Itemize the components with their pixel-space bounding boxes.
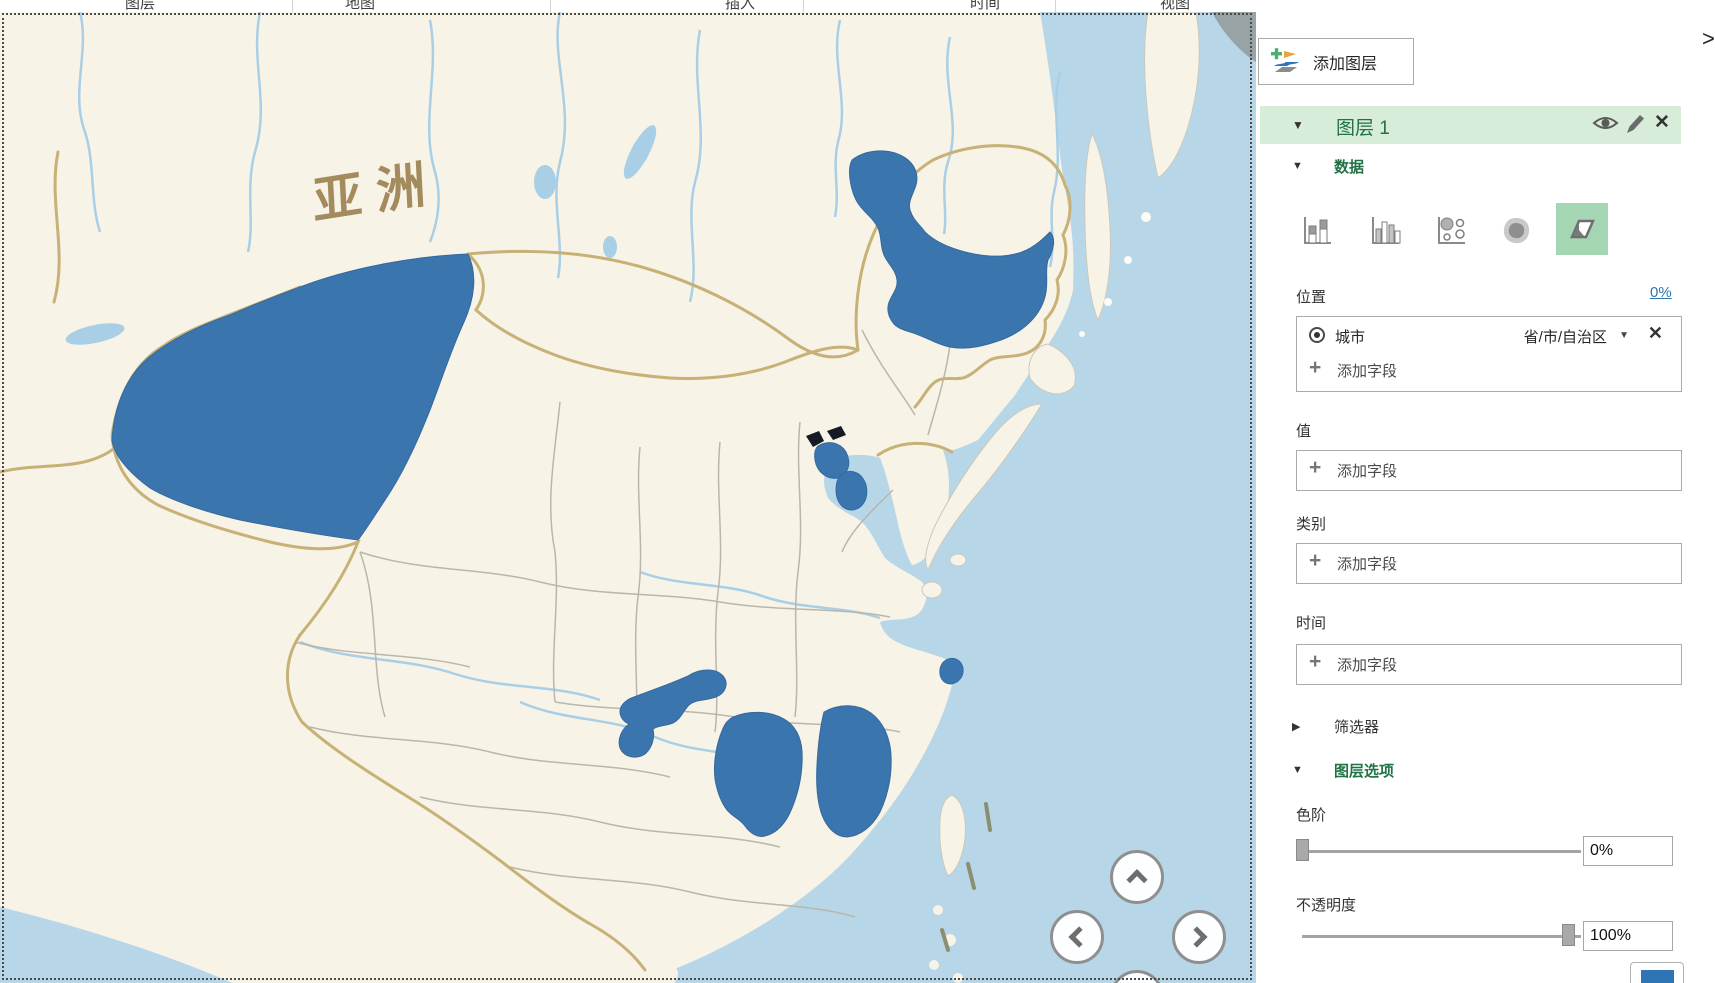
opacity-slider: 100% bbox=[1256, 921, 1686, 951]
opacity-label: 不透明度 bbox=[1296, 897, 1357, 914]
slider-track[interactable] bbox=[1302, 850, 1581, 853]
ribbon-tab-layer[interactable]: 图层 bbox=[125, 0, 155, 11]
plus-icon: + bbox=[1309, 356, 1322, 379]
3d-maps-window: 图层 地图 插入 时间 视图 亚洲 > 添加图层 ▼ 图层 1 ✕ ▼ 数据 位… bbox=[0, 0, 1715, 983]
location-label: 位置 bbox=[1296, 289, 1327, 306]
slider-thumb[interactable] bbox=[1296, 839, 1309, 861]
collapse-data-icon[interactable]: ▼ bbox=[1292, 160, 1303, 172]
data-section-label: 数据 bbox=[1334, 159, 1365, 176]
add-layer-icon bbox=[1271, 47, 1299, 72]
viz-heatmap-icon[interactable] bbox=[1499, 214, 1533, 248]
remove-field-x-icon[interactable]: ✕ bbox=[1648, 323, 1663, 344]
opacity-value[interactable]: 100% bbox=[1583, 921, 1673, 951]
location-add-field-row[interactable]: + 添加字段 bbox=[1297, 354, 1681, 390]
category-label: 类别 bbox=[1296, 516, 1327, 533]
layer-color-picker-button[interactable] bbox=[1630, 962, 1684, 983]
location-fieldbox: 城市 省/市/自治区 ▼ ✕ + 添加字段 bbox=[1296, 316, 1682, 392]
ribbon-tab-view[interactable]: 视图 bbox=[1160, 0, 1190, 11]
location-geo-type[interactable]: 省/市/自治区 bbox=[1524, 326, 1607, 347]
slider-thumb[interactable] bbox=[1562, 924, 1575, 946]
viz-region-icon-selected[interactable] bbox=[1556, 203, 1608, 255]
viz-bubble-icon[interactable] bbox=[1434, 214, 1468, 248]
ribbon-tab-insert[interactable]: 插入 bbox=[725, 0, 755, 11]
layer-options-label: 图层选项 bbox=[1334, 763, 1395, 780]
time-fieldbox[interactable]: + 添加字段 bbox=[1296, 644, 1682, 685]
slider-track[interactable] bbox=[1302, 935, 1581, 938]
ribbon-divider bbox=[803, 0, 804, 12]
viz-type-row bbox=[1256, 200, 1686, 258]
viz-stacked-column-icon[interactable] bbox=[1300, 214, 1334, 248]
ribbon-divider bbox=[292, 0, 293, 12]
asia-map bbox=[0, 12, 1256, 983]
value-label: 值 bbox=[1296, 423, 1312, 440]
add-field-label[interactable]: 添加字段 bbox=[1337, 654, 1397, 675]
viz-clustered-column-icon[interactable] bbox=[1368, 214, 1402, 248]
map-pan-right-button[interactable] bbox=[1172, 910, 1226, 964]
add-field-label[interactable]: 添加字段 bbox=[1337, 553, 1397, 574]
ribbon-divider bbox=[550, 0, 551, 12]
filters-section-header[interactable]: ▶ 筛选器 bbox=[1256, 716, 1686, 738]
geo-type-dropdown-icon[interactable]: ▼ bbox=[1619, 330, 1629, 341]
map-canvas[interactable]: 亚洲 bbox=[0, 12, 1256, 983]
map-pan-left-button[interactable] bbox=[1050, 910, 1104, 964]
layer-visibility-eye-icon[interactable] bbox=[1592, 113, 1619, 133]
location-field-name: 城市 bbox=[1335, 329, 1366, 346]
collapse-layer-options-icon[interactable]: ▼ bbox=[1292, 764, 1303, 776]
province-shanghai bbox=[939, 657, 964, 685]
ribbon-tab-map[interactable]: 地图 bbox=[345, 0, 375, 11]
add-layer-label: 添加图层 bbox=[1313, 55, 1378, 73]
color-scale-value[interactable]: 0% bbox=[1583, 836, 1673, 866]
province-tianjin bbox=[835, 471, 868, 511]
add-layer-button[interactable]: 添加图层 bbox=[1258, 38, 1414, 85]
category-fieldbox[interactable]: + 添加字段 bbox=[1296, 543, 1682, 584]
collapse-pane-icon[interactable]: > bbox=[1702, 26, 1715, 52]
layer-pane: > 添加图层 ▼ 图层 1 ✕ ▼ 数据 位置 0% 城市 省/市/自治区 ▼ … bbox=[1256, 0, 1715, 983]
collapse-layer-icon[interactable]: ▼ bbox=[1292, 118, 1304, 132]
plus-icon: + bbox=[1309, 549, 1322, 572]
filters-label: 筛选器 bbox=[1334, 719, 1380, 736]
radio-icon[interactable] bbox=[1309, 327, 1325, 343]
time-label: 时间 bbox=[1296, 615, 1327, 632]
rename-layer-pencil-icon[interactable] bbox=[1624, 113, 1646, 135]
chevron-left-icon bbox=[1068, 926, 1090, 948]
layer-title[interactable]: 图层 1 bbox=[1336, 113, 1390, 140]
plus-icon: + bbox=[1309, 650, 1322, 673]
plus-icon: + bbox=[1309, 456, 1322, 479]
add-field-label[interactable]: 添加字段 bbox=[1337, 360, 1397, 381]
location-field-row[interactable]: 城市 省/市/自治区 ▼ ✕ bbox=[1297, 317, 1681, 354]
ribbon-divider bbox=[1055, 0, 1056, 12]
layer-color-swatch bbox=[1641, 970, 1674, 983]
map-pan-up-button[interactable] bbox=[1110, 850, 1164, 904]
layer-options-section-header[interactable]: ▼ 图层选项 bbox=[1256, 760, 1686, 782]
color-scale-slider: 0% bbox=[1256, 836, 1686, 866]
value-fieldbox[interactable]: + 添加字段 bbox=[1296, 450, 1682, 491]
chevron-up-icon bbox=[1126, 869, 1148, 891]
add-field-label[interactable]: 添加字段 bbox=[1337, 460, 1397, 481]
geocoding-confidence-link[interactable]: 0% bbox=[1650, 284, 1672, 301]
layer-header[interactable]: ▼ 图层 1 ✕ bbox=[1260, 106, 1681, 144]
chevron-right-icon bbox=[1186, 926, 1208, 948]
expand-filters-icon[interactable]: ▶ bbox=[1292, 720, 1300, 733]
delete-layer-x-icon[interactable]: ✕ bbox=[1654, 111, 1670, 134]
color-scale-label: 色阶 bbox=[1296, 807, 1327, 824]
data-section-header[interactable]: ▼ 数据 bbox=[1256, 156, 1686, 178]
ribbon-tab-time[interactable]: 时间 bbox=[970, 0, 1000, 11]
